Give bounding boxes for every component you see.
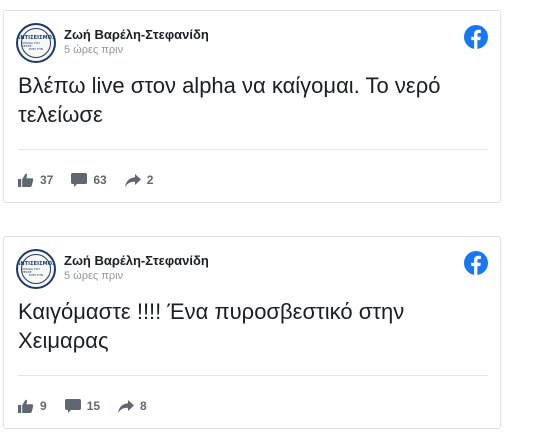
like-count: 37 [40, 173, 54, 187]
post-time[interactable]: 5 ώρες πριν [64, 44, 123, 56]
comment-bubble-icon [64, 399, 81, 413]
avatar-logo-text: ΑΝΤΙΣΕΙΣΜΟΣ [16, 34, 56, 41]
share-arrow-icon [124, 173, 141, 187]
comment-button[interactable]: 15 [64, 399, 101, 413]
avatar-logo-text: ΑΝΤΙΣΕΙΣΜΟΣ [16, 260, 56, 267]
comment-bubble-icon [71, 173, 88, 187]
post-card: ΑΝΤΙΣΕΙΣΜΟΣ ΟΜΑΔΑ ΤΟΥ ΡΕΣΚΕ ΕΧΕΙ ΤΗΝ Ζωή… [3, 236, 501, 429]
post-time[interactable]: 5 ώρες πριν [64, 270, 123, 282]
avatar-logo: ΑΝΤΙΣΕΙΣΜΟΣ ΟΜΑΔΑ ΤΟΥ ΡΕΣΚΕ ΕΧΕΙ ΤΗΝ [18, 28, 54, 58]
facebook-icon[interactable] [464, 251, 488, 275]
avatar-logo: ΑΝΤΙΣΕΙΣΜΟΣ ΟΜΑΔΑ ΤΟΥ ΡΕΣΚΕ ΕΧΕΙ ΤΗΝ [18, 254, 54, 284]
avatar-logo-text: ΕΧΕΙ ΤΗΝ [28, 46, 44, 51]
thumbs-up-icon [18, 399, 34, 413]
comment-button[interactable]: 63 [71, 173, 107, 187]
share-button[interactable]: 2 [124, 173, 154, 187]
facebook-icon[interactable] [464, 25, 488, 49]
like-count: 9 [40, 399, 47, 413]
share-button[interactable]: 8 [118, 399, 147, 413]
comment-count: 63 [93, 173, 107, 187]
divider [18, 375, 488, 376]
thumbs-up-icon [18, 173, 34, 187]
like-button[interactable]: 37 [18, 173, 53, 187]
share-count: 8 [140, 399, 147, 413]
avatar[interactable]: ΑΝΤΙΣΕΙΣΜΟΣ ΟΜΑΔΑ ΤΟΥ ΡΕΣΚΕ ΕΧΕΙ ΤΗΝ [16, 23, 56, 63]
post-text: Βλέπω live στον alpha να καίγομαι. Το νε… [18, 73, 441, 127]
post-actions: 37 63 2 [18, 173, 171, 187]
post-card: ΑΝΤΙΣΕΙΣΜΟΣ ΟΜΑΔΑ ΤΟΥ ΡΕΣΚΕ ΕΧΕΙ ΤΗΝ Ζωή… [3, 10, 501, 203]
author-name[interactable]: Ζωή Βαρέλη-Στεφανίδη [64, 253, 209, 268]
share-arrow-icon [118, 399, 135, 413]
comment-count: 15 [86, 399, 101, 413]
author-name[interactable]: Ζωή Βαρέλη-Στεφανίδη [64, 27, 209, 42]
post-text: Καιγόμαστε !!!! Ένα πυροσβεστικό στην Χε… [18, 299, 405, 353]
avatar[interactable]: ΑΝΤΙΣΕΙΣΜΟΣ ΟΜΑΔΑ ΤΟΥ ΡΕΣΚΕ ΕΧΕΙ ΤΗΝ [16, 249, 56, 289]
like-button[interactable]: 9 [18, 399, 47, 413]
divider [18, 149, 488, 150]
share-count: 2 [146, 173, 154, 187]
avatar-logo-text: ΕΧΕΙ ΤΗΝ [28, 272, 44, 277]
post-actions: 9 15 8 [18, 399, 165, 413]
